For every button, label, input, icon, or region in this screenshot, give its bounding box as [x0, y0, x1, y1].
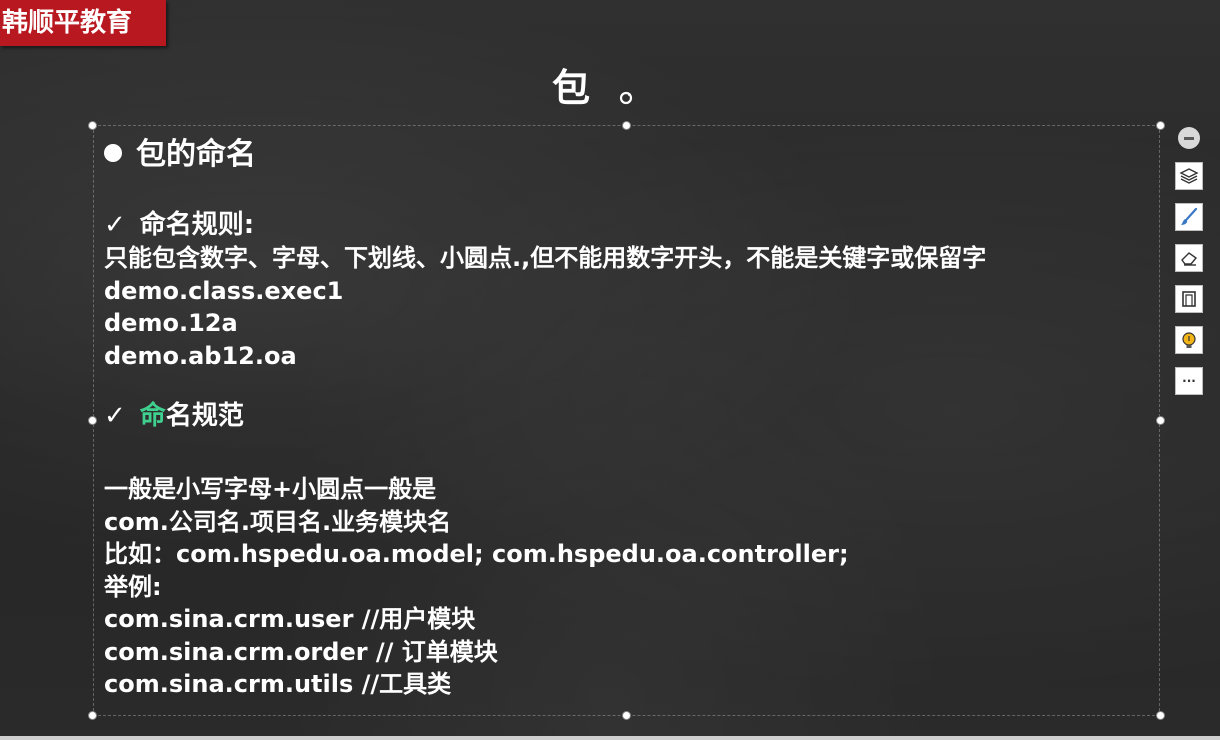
convention-example: com.sina.crm.order // 订单模块	[104, 637, 498, 666]
rules-example: demo.12a	[104, 309, 238, 337]
resize-handle-top-left[interactable]	[88, 121, 97, 130]
resize-handle-middle-right[interactable]	[1156, 416, 1165, 425]
resize-handle-top-right[interactable]	[1156, 121, 1165, 130]
bullet-dot-icon	[104, 144, 122, 162]
rules-subheading: ✓ 命名规则:	[104, 208, 1144, 242]
convention-line: 举例:	[104, 572, 162, 601]
check-icon: ✓	[104, 210, 126, 240]
resize-handle-bottom-right[interactable]	[1156, 711, 1165, 720]
lightbulb-icon	[1182, 332, 1196, 348]
slide-canvas: 韩顺平教育 包 包的命名 ✓ 命名规则: 只能包含数字、字母、下划线、小圆点.,但…	[0, 0, 1220, 740]
resize-handle-middle-left[interactable]	[88, 416, 97, 425]
resize-handle-top-middle[interactable]	[622, 121, 631, 130]
bottom-edge-bar	[0, 736, 1220, 740]
layers-icon	[1179, 168, 1199, 184]
brush-button[interactable]	[1175, 203, 1203, 231]
check-icon: ✓	[104, 401, 126, 431]
resize-handle-bottom-left[interactable]	[88, 711, 97, 720]
convention-line: 比如：com.hspedu.oa.model; com.hspedu.oa.co…	[104, 540, 849, 568]
convention-subheading: ✓ 命名规范	[104, 393, 1144, 433]
eraser-icon	[1181, 252, 1198, 266]
convention-title-first-char: 命	[139, 401, 166, 431]
convention-title-rest: 名规范	[165, 401, 244, 431]
floating-toolbar: ···	[1175, 125, 1205, 408]
more-button[interactable]: ···	[1175, 367, 1203, 395]
convention-line: com.公司名.项目名.业务模块名	[104, 507, 452, 536]
rules-example: demo.class.exec1	[104, 276, 344, 305]
resize-handle-bottom-middle[interactable]	[622, 711, 631, 720]
convention-line: 一般是小写字母+小圆点一般是	[104, 475, 437, 503]
rules-example: demo.ab12.oa	[104, 341, 297, 370]
eraser-button[interactable]	[1175, 244, 1203, 272]
idea-button[interactable]	[1175, 326, 1203, 354]
convention-example: com.sina.crm.utils //工具类	[104, 670, 452, 698]
more-icon: ···	[1182, 374, 1196, 388]
bullet-heading: 包的命名	[104, 132, 1144, 178]
brush-icon	[1181, 207, 1198, 225]
crop-button[interactable]	[1175, 285, 1203, 313]
brand-logo: 韩顺平教育	[0, 0, 166, 46]
layers-button[interactable]	[1175, 162, 1203, 190]
slide-title[interactable]: 包	[552, 62, 590, 114]
text-cursor-highlight: 命	[137, 393, 166, 433]
rules-line: 只能包含数字、字母、下划线、小圆点.,但不能用数字开头，不能是关键字或保留字	[104, 244, 987, 272]
minus-icon[interactable]	[1178, 127, 1200, 149]
rules-title: 命名规则:	[139, 210, 255, 240]
heading-text: 包的命名	[136, 137, 256, 172]
rotate-handle-icon[interactable]	[619, 91, 633, 105]
crop-frame-icon	[1182, 291, 1196, 307]
convention-example: com.sina.crm.user //用户模块	[104, 605, 476, 633]
slide-text-content[interactable]: 包的命名 ✓ 命名规则: 只能包含数字、字母、下划线、小圆点.,但不能用数字开头，…	[104, 130, 1144, 701]
